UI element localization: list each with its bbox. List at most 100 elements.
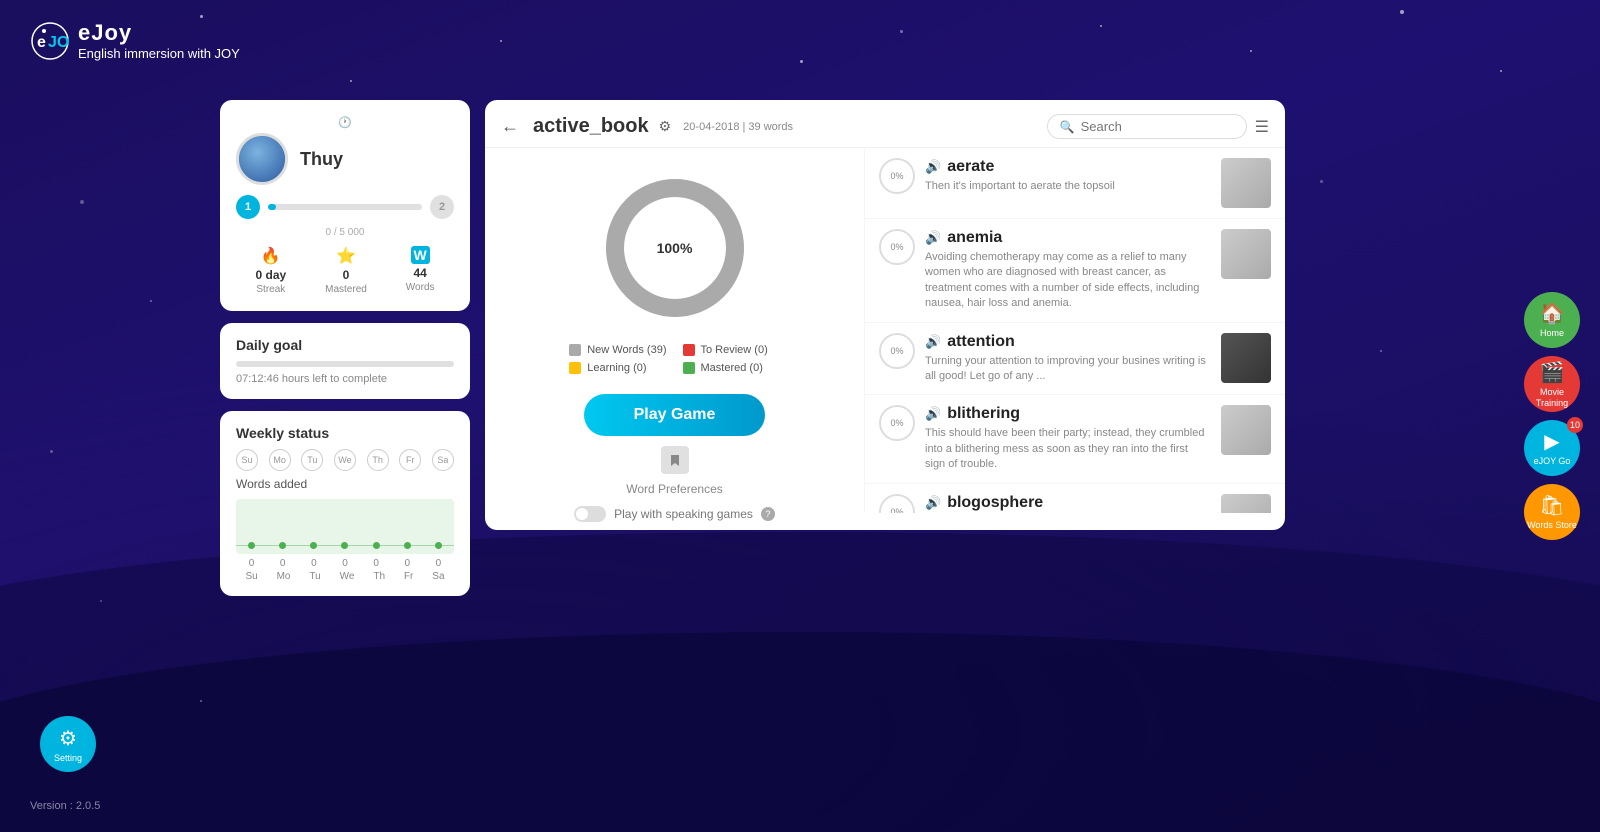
- daily-goal-card: Daily goal 07:12:46 hours left to comple…: [220, 323, 470, 399]
- speaker-icon-blogosphere[interactable]: 🔊: [925, 495, 941, 511]
- words-added-label: Words added: [236, 477, 454, 491]
- mastered-stat: ⭐ 0 Mastered: [325, 246, 367, 295]
- brand-tagline: English immersion with JOY: [78, 46, 240, 63]
- chart-dot-fr: [404, 542, 411, 549]
- chart-dot-th: [373, 542, 380, 549]
- chart-numbers: 0000000: [236, 558, 454, 569]
- search-input[interactable]: [1081, 119, 1234, 134]
- chart-dot-mo: [279, 542, 286, 549]
- mastered-value: 0: [343, 268, 350, 282]
- settings-label: Setting: [54, 753, 82, 763]
- store-icon: 🛍: [1539, 493, 1564, 518]
- svg-text:JOY: JOY: [48, 34, 70, 51]
- nav-movie-button[interactable]: 🎬 Movie Training: [1524, 356, 1580, 412]
- settings-button[interactable]: ⚙ Setting: [40, 716, 96, 772]
- speaker-icon-aerate[interactable]: 🔊: [925, 159, 941, 175]
- donut-label: 100%: [657, 240, 693, 256]
- search-icon: 🔍: [1060, 120, 1075, 134]
- word-name-aerate: aerate: [947, 158, 994, 176]
- xp-fill: [268, 204, 276, 210]
- speaker-icon-attention[interactable]: 🔊: [925, 334, 941, 350]
- words-value: 44: [413, 266, 426, 280]
- word-thumb-anemia: [1221, 229, 1271, 279]
- speaker-icon-blithering[interactable]: 🔊: [925, 406, 941, 422]
- book-settings-button[interactable]: ⚙: [659, 118, 672, 135]
- chart-dot-su: [248, 542, 255, 549]
- word-name-attention: attention: [947, 333, 1015, 351]
- word-item-aerate: 0% 🔊 aerate Then it's important to aerat…: [865, 148, 1285, 219]
- play-game-button[interactable]: Play Game: [584, 394, 766, 436]
- word-percent-anemia: 0%: [879, 229, 915, 265]
- movie-icon: 🎬: [1540, 360, 1565, 385]
- word-item-anemia: 0% 🔊 anemia Avoiding chemotherapy may co…: [865, 219, 1285, 323]
- xp-bar: [268, 204, 422, 210]
- logo-icon: e JOY: [30, 21, 70, 61]
- streak-label: Streak: [256, 284, 285, 295]
- word-percent-blogosphere: 0%: [879, 494, 915, 513]
- clock-icon: 🕐: [338, 116, 352, 129]
- speaker-icon-anemia[interactable]: 🔊: [925, 230, 941, 246]
- help-icon[interactable]: ?: [761, 507, 775, 521]
- menu-icon[interactable]: ☰: [1255, 117, 1269, 137]
- legend-dot-learning: [569, 362, 581, 374]
- weekly-status-title: Weekly status: [236, 425, 454, 441]
- word-content-aerate: 🔊 aerate Then it's important to aerate t…: [925, 158, 1211, 194]
- day-su: Su: [236, 449, 258, 471]
- avatar: [236, 133, 288, 185]
- right-nav: 🏠 Home 🎬 Movie Training 10 ▶ eJOY Go 🛍 W…: [1524, 292, 1580, 540]
- main-header: ← active_book ⚙ 20-04-2018 | 39 words 🔍 …: [485, 100, 1285, 148]
- word-percent-blithering: 0%: [879, 405, 915, 441]
- toggle-row: Play with speaking games ?: [574, 506, 775, 522]
- chart-dot-tu: [310, 542, 317, 549]
- streak-stat: 🔥 0 day Streak: [255, 246, 286, 295]
- book-title: active_book: [533, 115, 649, 138]
- word-item-blogosphere: 0% 🔊 blogosphere First of all, let's add…: [865, 484, 1285, 513]
- search-box[interactable]: 🔍: [1047, 114, 1247, 139]
- nav-store-button[interactable]: 🛍 Words Store: [1524, 484, 1580, 540]
- level-current: 1: [236, 195, 260, 219]
- legend-to-review: To Review (0): [683, 344, 780, 356]
- legend-label-mastered: Mastered (0): [701, 362, 763, 374]
- donut-chart: 100%: [595, 168, 755, 328]
- word-item-blithering: 0% 🔊 blithering This should have been th…: [865, 395, 1285, 483]
- chart-legend: New Words (39) To Review (0) Learning (0…: [569, 344, 780, 374]
- main-content: ← active_book ⚙ 20-04-2018 | 39 words 🔍 …: [485, 100, 1285, 530]
- day-circles: Su Mo Tu We Th Fr Sa: [236, 449, 454, 471]
- speaking-toggle[interactable]: [574, 506, 606, 522]
- word-name-blogosphere: blogosphere: [947, 494, 1043, 512]
- chart-panel: 100% New Words (39) To Review (0) Learni…: [485, 148, 865, 513]
- bookmark-icon[interactable]: [661, 446, 689, 474]
- goal-time: 07:12:46 hours left to complete: [236, 373, 454, 385]
- weekly-status-card: Weekly status Su Mo Tu We Th Fr Sa Words…: [220, 411, 470, 596]
- version-text: Version : 2.0.5: [30, 800, 100, 812]
- legend-label-learning: Learning (0): [587, 362, 646, 374]
- word-desc-attention: Turning your attention to improving your…: [925, 354, 1211, 385]
- word-desc-anemia: Avoiding chemotherapy may come as a reli…: [925, 250, 1211, 312]
- day-we: We: [334, 449, 356, 471]
- word-percent-attention: 0%: [879, 333, 915, 369]
- nav-home-button[interactable]: 🏠 Home: [1524, 292, 1580, 348]
- legend-label-review: To Review (0): [701, 344, 768, 356]
- main-body: 100% New Words (39) To Review (0) Learni…: [485, 148, 1285, 513]
- streak-value: 0 day: [255, 268, 286, 282]
- go-icon: ▶: [1544, 429, 1559, 454]
- daily-goal-title: Daily goal: [236, 337, 454, 353]
- level-next: 2: [430, 195, 454, 219]
- word-thumb-attention: [1221, 333, 1271, 383]
- word-list[interactable]: 0% 🔊 aerate Then it's important to aerat…: [865, 148, 1285, 513]
- user-card: 🕐 Thuy 1 2 0 / 5 000 🔥 0 day Streak ⭐ 0: [220, 100, 470, 311]
- movie-label: Movie Training: [1524, 387, 1580, 409]
- day-sa: Sa: [432, 449, 454, 471]
- word-content-blogosphere: 🔊 blogosphere First of all, let's addres…: [925, 494, 1211, 513]
- word-name-blithering: blithering: [947, 405, 1020, 423]
- word-pref-label: Word Preferences: [626, 482, 723, 496]
- back-button[interactable]: ←: [501, 116, 519, 137]
- legend-new-words: New Words (39): [569, 344, 666, 356]
- day-th: Th: [367, 449, 389, 471]
- nav-go-button[interactable]: 10 ▶ eJOY Go: [1524, 420, 1580, 476]
- legend-dot-review: [683, 344, 695, 356]
- weekly-chart: [236, 499, 454, 554]
- word-desc-aerate: Then it's important to aerate the topsoi…: [925, 179, 1211, 194]
- chart-dot-we: [341, 542, 348, 549]
- legend-dot-new: [569, 344, 581, 356]
